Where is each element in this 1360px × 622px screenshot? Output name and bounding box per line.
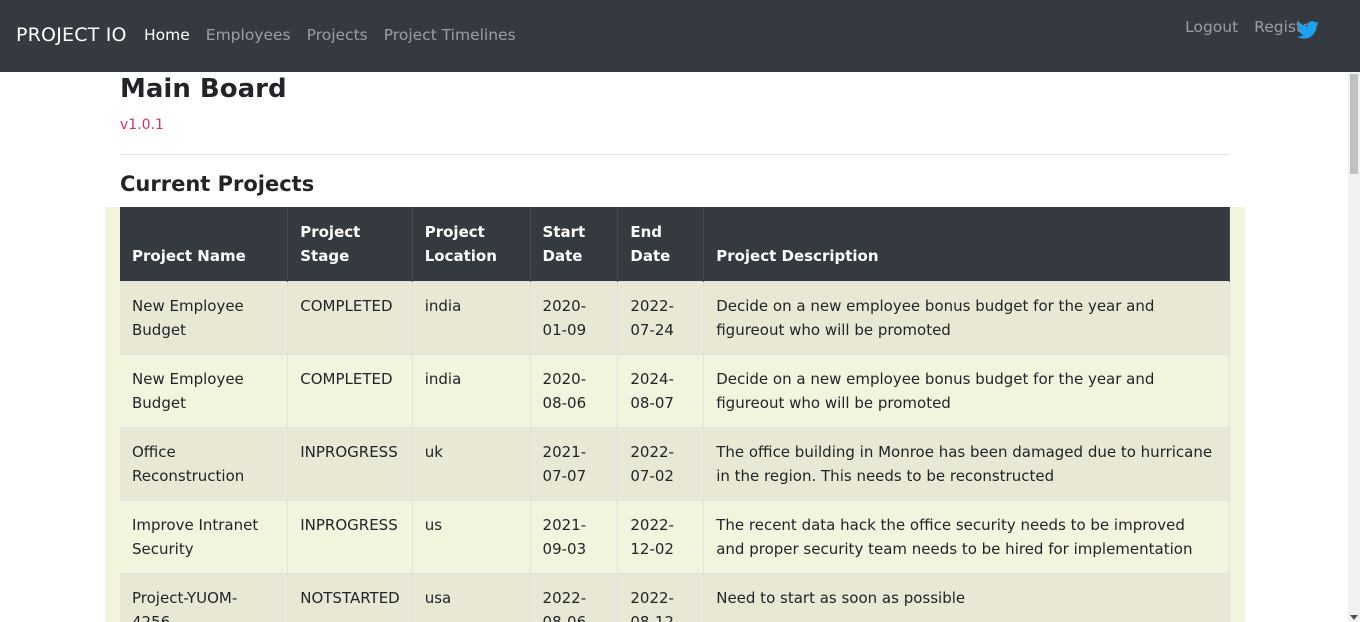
cell-project-stage: INPROGRESS [287,499,413,573]
header-project-location: Project Location [412,207,531,281]
cell-project-name: Project-YUOM-4256 [120,572,289,622]
header-end-date: End Date [617,207,705,281]
cell-project-description: Decide on a new employee bonus budget fo… [703,280,1230,354]
cell-project-location: usa [412,572,531,622]
cell-end-date: 2024-08-07 [617,353,705,427]
brand-logo[interactable]: PROJECT IO [16,24,127,46]
cell-project-stage: INPROGRESS [287,426,413,500]
header-project-name: Project Name [120,207,289,281]
cell-start-date: 2022-08-06 [530,572,619,622]
table-header-row: Project Name Project Stage Project Locat… [120,207,1230,281]
projects-table-container: Project Name Project Stage Project Locat… [105,207,1245,622]
top-navbar: PROJECT IO Home Employees Projects Proje… [0,0,1360,72]
cell-project-stage: COMPLETED [287,353,413,427]
nav-projects[interactable]: Projects [307,26,368,44]
table-row: New Employee Budget COMPLETED india 2020… [120,280,1230,354]
cell-start-date: 2020-01-09 [530,280,619,354]
cell-project-location: india [412,280,531,354]
cell-project-stage: NOTSTARTED [287,572,413,622]
cell-project-description: Decide on a new employee bonus budget fo… [703,353,1230,427]
version-label: v1.0.1 [120,117,164,133]
main-nav: Home Employees Projects Project Timeline… [144,26,516,44]
cell-project-description: The recent data hack the office security… [703,499,1230,573]
nav-home[interactable]: Home [144,26,190,44]
header-project-stage: Project Stage [287,207,413,281]
table-row: Office Reconstruction INPROGRESS uk 2021… [120,426,1230,500]
scrollbar-thumb[interactable] [1350,74,1358,174]
nav-employees[interactable]: Employees [206,26,291,44]
cell-project-location: uk [412,426,531,500]
scroll-down-arrow-icon[interactable] [1350,615,1358,620]
nav-project-timelines[interactable]: Project Timelines [384,26,516,44]
cell-project-description: Need to start as soon as possible [703,572,1230,622]
vertical-scrollbar[interactable] [1348,72,1360,622]
logout-link[interactable]: Logout [1185,18,1238,36]
divider [120,154,1230,155]
cell-project-name: Improve Intranet Security [120,499,289,573]
cell-project-name: New Employee Budget [120,280,289,354]
cell-project-name: New Employee Budget [120,353,289,427]
cell-project-description: The office building in Monroe has been d… [703,426,1230,500]
cell-end-date: 2022-07-02 [617,426,705,500]
table-row: New Employee Budget COMPLETED india 2020… [120,353,1230,427]
table-row: Improve Intranet Security INPROGRESS us … [120,499,1230,573]
cell-project-location: us [412,499,531,573]
cell-start-date: 2021-07-07 [530,426,619,500]
page-title: Main Board [120,74,287,104]
cell-start-date: 2020-08-06 [530,353,619,427]
section-title: Current Projects [120,172,315,196]
cell-end-date: 2022-07-24 [617,280,705,354]
cell-end-date: 2022-08-12 [617,572,705,622]
header-project-description: Project Description [703,207,1230,281]
table-row: Project-YUOM-4256 NOTSTARTED usa 2022-08… [120,572,1230,622]
header-start-date: Start Date [530,207,619,281]
projects-table: Project Name Project Stage Project Locat… [120,207,1230,622]
cell-project-stage: COMPLETED [287,280,413,354]
cell-start-date: 2021-09-03 [530,499,619,573]
cell-project-name: Office Reconstruction [120,426,289,500]
cell-end-date: 2022-12-02 [617,499,705,573]
twitter-icon[interactable] [1297,21,1319,39]
cell-project-location: india [412,353,531,427]
